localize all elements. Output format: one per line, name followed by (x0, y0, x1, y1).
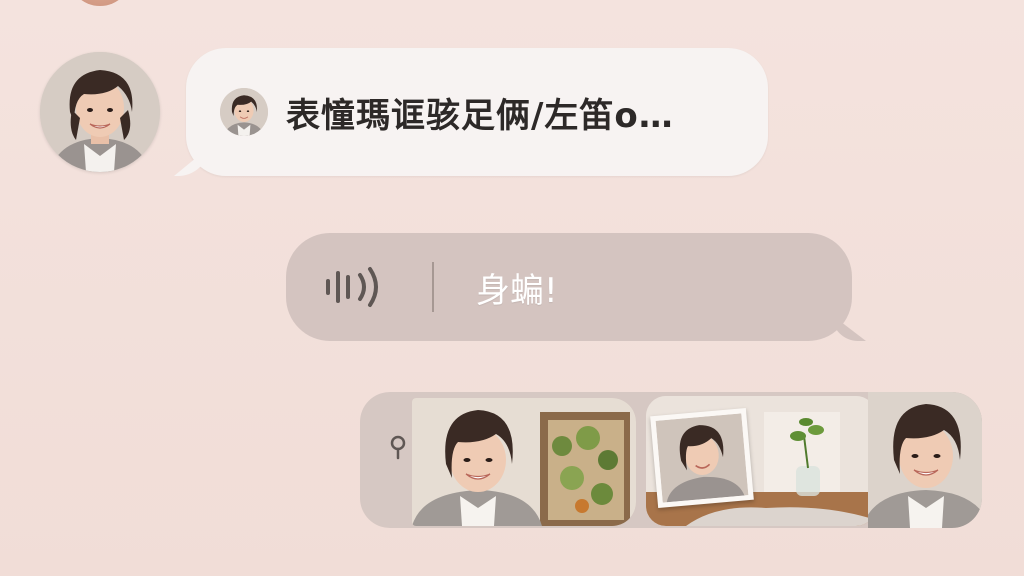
incoming-message-bubble[interactable]: 表憧瑪诓骇足俩/左笛o… (174, 48, 768, 176)
voice-transcript: 身蝙! (476, 270, 558, 311)
woman-portrait-icon (655, 413, 749, 503)
photo-thumbnail[interactable] (868, 392, 982, 528)
bubble-tail (832, 315, 866, 341)
media-attachment-strip[interactable] (360, 392, 982, 528)
mini-avatar (220, 88, 268, 136)
divider (432, 262, 434, 312)
sound-wave-icon[interactable] (322, 265, 382, 309)
photo-thumbnail[interactable] (646, 396, 876, 526)
message-text: 表憧瑪诓骇足俩/左笛o… (286, 95, 674, 136)
location-pin-icon[interactable] (388, 434, 408, 460)
polaroid-photo (650, 407, 754, 509)
woman-portrait-icon (40, 52, 160, 172)
voice-message-bubble[interactable]: 身蝙! (286, 233, 866, 341)
photo-thumbnail[interactable] (412, 398, 636, 526)
woman-portrait-icon (868, 392, 982, 528)
woman-portrait-icon (220, 88, 268, 136)
bubble-tail (174, 148, 208, 176)
avatar-partial[interactable] (68, 0, 132, 6)
selfie-photo-icon (412, 398, 636, 526)
sender-avatar[interactable] (40, 52, 160, 172)
chat-screen: 表憧瑪诓骇足俩/左笛o… 身蝙! (0, 0, 1024, 576)
